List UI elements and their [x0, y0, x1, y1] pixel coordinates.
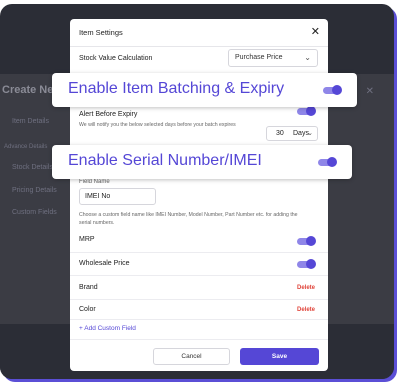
serial-imei-toggle[interactable] — [318, 157, 337, 167]
brand-label: Brand — [79, 284, 98, 291]
toggle-knob — [327, 157, 337, 167]
chevron-down-icon: ⌄ — [307, 130, 313, 137]
expiry-days-select[interactable]: 30 Days ⌄ — [266, 126, 318, 141]
background-item: Item Details — [12, 118, 49, 125]
mrp-label: MRP — [79, 236, 95, 243]
item-settings-modal: Item Settings ✕ Stock Value Calculation … — [70, 19, 328, 371]
divider — [70, 319, 328, 320]
modal-title: Item Settings — [79, 28, 123, 37]
stock-value-selected: Purchase Price — [235, 54, 283, 61]
batching-expiry-label: Enable Item Batching & Expiry — [68, 80, 285, 97]
alert-expiry-toggle[interactable] — [297, 106, 316, 116]
serial-imei-callout: Enable Serial Number/IMEI — [52, 145, 352, 179]
wholesale-price-toggle[interactable] — [297, 259, 316, 269]
background-item: Stock Details — [12, 164, 53, 171]
serial-imei-label: Enable Serial Number/IMEI — [68, 152, 262, 169]
wholesale-price-label: Wholesale Price — [79, 260, 130, 267]
toggle-knob — [306, 259, 316, 269]
background-close-icon: ✕ — [365, 86, 374, 97]
serial-field-name-input[interactable]: IMEI No — [79, 188, 156, 205]
expiry-days-value: 30 — [276, 130, 284, 137]
color-delete-button[interactable]: Delete — [297, 307, 315, 313]
field-name-label: Field Name — [79, 179, 110, 185]
color-label: Color — [79, 306, 96, 313]
field-name-helper: Choose a custom field name like IMEI Num… — [79, 212, 298, 226]
background-section-label: Advance Details — [4, 144, 48, 150]
stock-value-select[interactable]: Purchase Price ⌄ — [228, 49, 318, 67]
close-icon[interactable]: ✕ — [311, 25, 320, 38]
alert-expiry-label: Alert Before Expiry — [79, 111, 138, 118]
toggle-knob — [306, 106, 316, 116]
modal-header: Item Settings ✕ — [70, 19, 328, 47]
brand-delete-button[interactable]: Delete — [297, 285, 315, 291]
stock-value-label: Stock Value Calculation — [79, 55, 153, 62]
batching-expiry-toggle[interactable] — [323, 85, 342, 95]
add-custom-field-link[interactable]: + Add Custom Field — [79, 325, 136, 332]
divider — [70, 299, 328, 300]
alert-expiry-helper: We will notify you the below selected da… — [79, 122, 236, 128]
toggle-knob — [306, 236, 316, 246]
chevron-down-icon: ⌄ — [304, 53, 311, 62]
save-button[interactable]: Save — [240, 348, 319, 365]
batching-expiry-callout: Enable Item Batching & Expiry — [52, 73, 357, 107]
toggle-knob — [332, 85, 342, 95]
app-window: Create New ✕ Item Details Advance Detail… — [0, 4, 394, 379]
cancel-button[interactable]: Cancel — [153, 348, 230, 365]
background-item: Custom Fields — [12, 209, 57, 216]
divider — [70, 252, 328, 253]
mrp-toggle[interactable] — [297, 236, 316, 246]
background-item: Pricing Details — [12, 187, 57, 194]
divider — [70, 275, 328, 276]
